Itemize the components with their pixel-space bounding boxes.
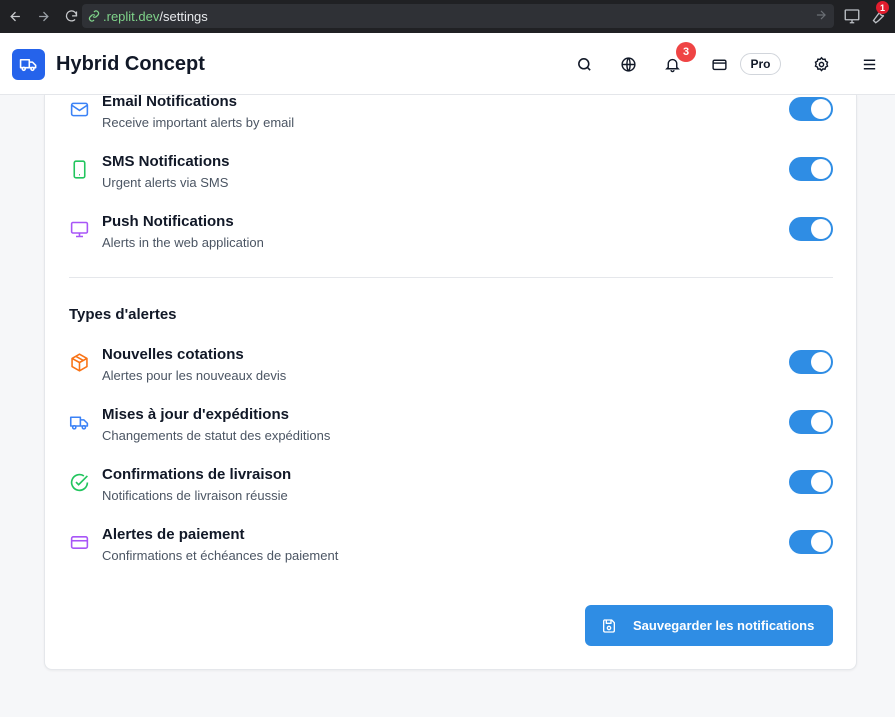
forward-button[interactable]	[30, 4, 56, 30]
shipments-toggle[interactable]	[789, 410, 833, 434]
setting-row-sms: SMS Notifications Urgent alerts via SMS	[69, 153, 833, 203]
setting-description: Alerts in the web application	[102, 235, 264, 250]
email-toggle[interactable]	[789, 97, 833, 121]
setting-description: Notifications de livraison réussie	[102, 488, 288, 503]
truck-icon	[69, 412, 90, 433]
extension-badge: 1	[876, 1, 889, 14]
package-icon	[69, 352, 90, 373]
delivery-toggle[interactable]	[789, 470, 833, 494]
brand-name: Hybrid Concept	[56, 53, 205, 75]
quotes-toggle[interactable]	[789, 350, 833, 374]
mail-icon	[69, 99, 90, 120]
section-divider	[69, 277, 833, 278]
setting-title: Confirmations de livraison	[102, 466, 292, 483]
url-host: .replit.dev	[103, 8, 160, 24]
link-icon	[88, 10, 100, 22]
setting-description: Changements de statut des expéditions	[102, 428, 331, 443]
setting-title: Email Notifications	[102, 93, 238, 110]
gear-icon[interactable]	[812, 55, 830, 73]
setting-description: Urgent alerts via SMS	[102, 175, 229, 190]
plan-badge[interactable]: Pro	[740, 53, 781, 75]
setting-title: Alertes de paiement	[102, 526, 245, 543]
save-icon	[602, 618, 615, 633]
smartphone-icon	[69, 159, 90, 180]
setting-row-delivery: Confirmations de livraison Notifications…	[69, 466, 833, 516]
toggle-knob	[811, 99, 831, 119]
url-path: /settings	[159, 8, 208, 24]
back-button[interactable]	[2, 4, 28, 30]
notification-count-badge: 3	[676, 42, 696, 62]
setting-title: Mises à jour d'expéditions	[102, 406, 289, 423]
setting-title: Nouvelles cotations	[102, 346, 244, 363]
credit-card-icon	[69, 532, 90, 553]
save-notifications-button[interactable]: Sauvegarder les notifications	[585, 605, 833, 646]
browser-toolbar: .replit.dev/settings 1	[0, 0, 895, 33]
setting-title: Push Notifications	[102, 213, 234, 230]
notification-settings-card: Email Notifications Receive important al…	[44, 93, 857, 670]
check-circle-icon	[69, 472, 90, 493]
alert-types-heading: Types d'alertes	[69, 306, 177, 323]
credit-card-header-icon[interactable]	[710, 55, 728, 73]
toggle-knob	[811, 219, 831, 239]
reload-button[interactable]	[58, 4, 84, 30]
setting-row-quotes: Nouvelles cotations Alertes pour les nou…	[69, 346, 833, 396]
setting-row-payment: Alertes de paiement Confirmations et éch…	[69, 526, 833, 576]
setting-description: Confirmations et échéances de paiement	[102, 548, 339, 563]
logo[interactable]	[12, 49, 45, 80]
address-bar[interactable]: .replit.dev/settings	[82, 4, 834, 28]
setting-row-shipments: Mises à jour d'expéditions Changements d…	[69, 406, 833, 456]
setting-row-email: Email Notifications Receive important al…	[69, 93, 833, 143]
sms-toggle[interactable]	[789, 157, 833, 181]
go-arrow-icon[interactable]	[814, 8, 828, 22]
toggle-knob	[811, 159, 831, 179]
search-icon[interactable]	[575, 55, 593, 73]
setting-description: Alertes pour les nouveaux devis	[102, 368, 287, 383]
globe-icon[interactable]	[619, 55, 637, 73]
payment-toggle[interactable]	[789, 530, 833, 554]
toggle-knob	[811, 412, 831, 432]
toggle-knob	[811, 532, 831, 552]
setting-title: SMS Notifications	[102, 153, 230, 170]
save-button-label: Sauvegarder les notifications	[633, 618, 815, 633]
toggle-knob	[811, 352, 831, 372]
push-toggle[interactable]	[789, 217, 833, 241]
app-header: Hybrid Concept 3 Pro	[0, 33, 895, 95]
toggle-knob	[811, 472, 831, 492]
menu-icon[interactable]	[860, 55, 878, 73]
screen-cast-icon[interactable]	[843, 7, 861, 25]
truck-logo-icon	[19, 58, 37, 72]
monitor-icon	[69, 219, 90, 240]
setting-row-push: Push Notifications Alerts in the web app…	[69, 213, 833, 263]
setting-description: Receive important alerts by email	[102, 115, 295, 130]
